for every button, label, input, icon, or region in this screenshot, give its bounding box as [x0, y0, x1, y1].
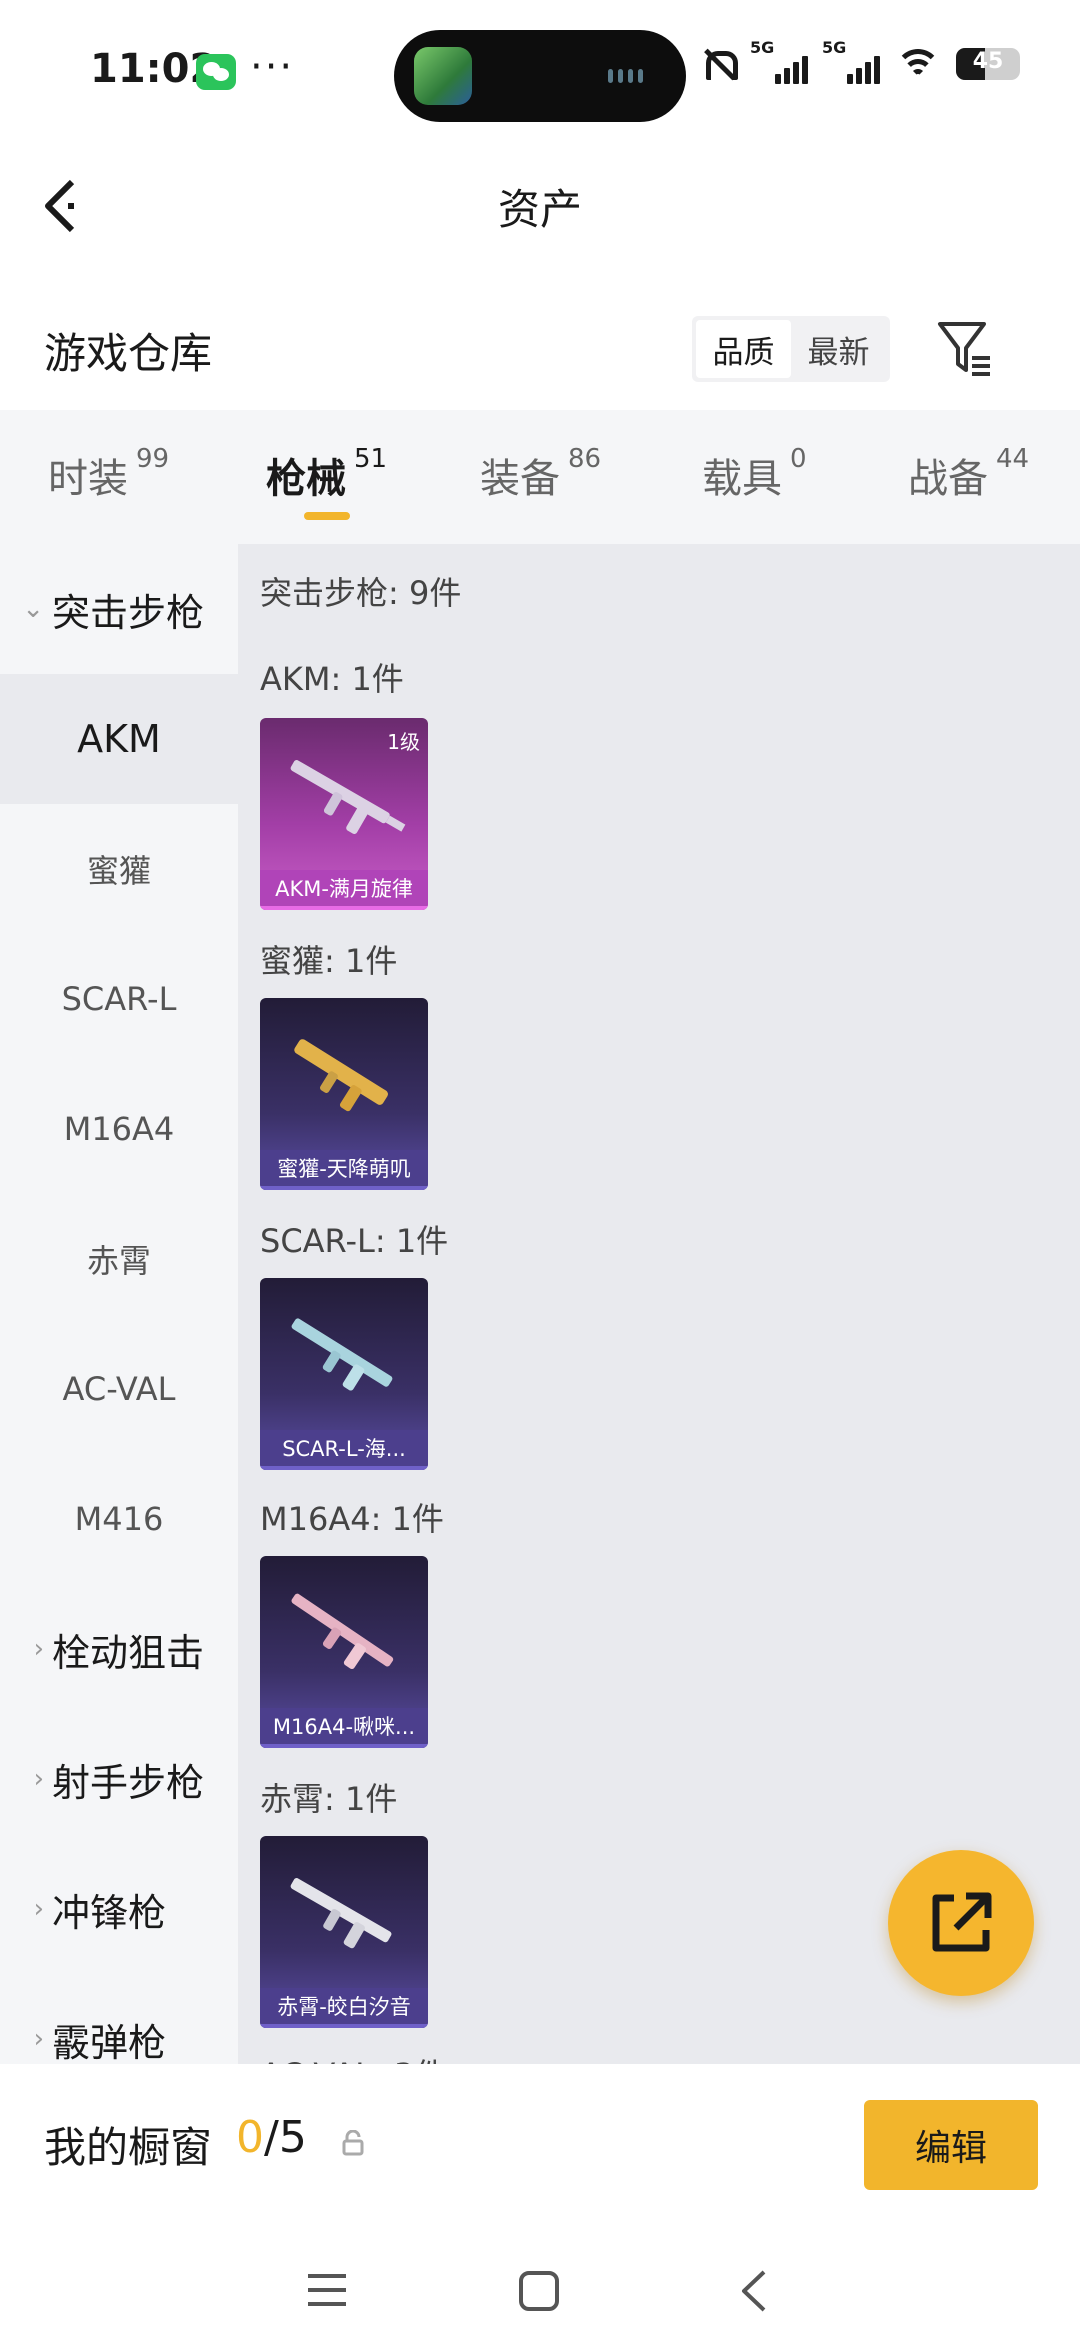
battery-level: 45	[972, 49, 1004, 74]
showcase-count-current: 0	[236, 2112, 264, 2163]
warehouse-title: 游戏仓库	[44, 329, 213, 378]
external-link-icon	[932, 1892, 992, 1952]
sort-quality-option[interactable]: 品质	[696, 320, 791, 378]
lock-icon	[342, 2130, 364, 2156]
signal-label: 5G	[822, 38, 847, 57]
rifle-skin-icon	[290, 1878, 392, 1949]
tab-label: 载具	[702, 456, 782, 502]
chevron-right-icon: ›	[33, 1764, 44, 1794]
weapon-card-name: SCAR-L-海...	[260, 1430, 428, 1470]
signal-icon: 5G	[750, 38, 808, 86]
tab-label: 枪械	[266, 456, 346, 502]
weapon-card-name: 赤霄-皎白汐音	[260, 1988, 428, 2028]
tab-label: 装备	[480, 456, 560, 502]
tab-count: 51	[354, 444, 388, 474]
weapon-card-m16a4[interactable]: M16A4-啾咪...	[260, 1556, 428, 1748]
back-icon[interactable]	[738, 2268, 768, 2314]
tab-count: 86	[568, 444, 602, 474]
rifle-skin-icon	[291, 1593, 394, 1670]
showcase-count-total: /5	[264, 2112, 307, 2163]
sidebar-group-label: 射手步枪	[52, 1760, 205, 1805]
sidebar-group-shotgun[interactable]: › 霰弹枪	[0, 1974, 238, 2065]
filter-icon[interactable]	[936, 316, 992, 378]
sort-newest-option[interactable]: 最新	[791, 320, 886, 378]
chevron-right-icon: ›	[33, 2024, 44, 2054]
section-label-m16a4: M16A4: 1件	[260, 1500, 444, 1538]
tab-count: 99	[136, 444, 170, 474]
section-label-ac-val: AC-VAL: 3件	[260, 2050, 446, 2064]
section-label-scar-l: SCAR-L: 1件	[260, 1222, 449, 1260]
status-bar: 11:02 ··· 5G 5G 45	[0, 0, 1080, 140]
weapon-card-name: M16A4-啾咪...	[260, 1708, 428, 1748]
weapon-card-akm[interactable]: 1级 AKM-满月旋律	[260, 718, 428, 910]
weapon-list: 突击步枪: 9件 AKM: 1件 1级 AKM-满月旋律 蜜獾: 1件 蜜獾-天…	[238, 544, 1080, 2064]
menu-icon[interactable]	[306, 2270, 348, 2310]
section-label-chixiao: 赤霄: 1件	[260, 1780, 398, 1818]
page-title: 资产	[497, 185, 582, 234]
wechat-icon	[196, 54, 236, 90]
battery-icon: 45	[956, 48, 1020, 80]
category-tabs: 时装 99 枪械 51 装备 86 载具 0 战备 44	[0, 410, 1080, 544]
share-button[interactable]	[888, 1850, 1034, 1996]
chevron-right-icon: ›	[33, 1894, 44, 1924]
active-tab-indicator	[304, 512, 350, 520]
chevron-right-icon: ›	[33, 1634, 44, 1664]
sidebar-item-ac-val[interactable]: AC-VAL	[0, 1324, 238, 1454]
status-icons: 5G 5G 45	[698, 38, 1020, 86]
rifle-skin-icon	[291, 1318, 393, 1391]
sidebar-item-akm[interactable]: AKM	[0, 674, 238, 804]
sidebar-group-assault-rifle[interactable]: ⌄ 突击步枪	[0, 544, 238, 674]
sidebar-item-m416[interactable]: M416	[0, 1454, 238, 1584]
weapon-card-honey-badger[interactable]: 蜜獾-天降萌叽	[260, 998, 428, 1190]
dynamic-island[interactable]	[394, 30, 686, 122]
tab-count: 0	[790, 444, 807, 474]
mute-bell-icon	[698, 45, 738, 83]
sidebar-group-marksman-rifle[interactable]: › 射手步枪	[0, 1714, 238, 1844]
tab-label: 战备	[908, 456, 988, 502]
sidebar-group-bolt-sniper[interactable]: › 栓动狙击	[0, 1584, 238, 1714]
tab-equipment[interactable]: 装备 86	[480, 444, 602, 504]
showcase-count: 0/5	[236, 2112, 307, 2163]
rifle-skin-icon	[290, 760, 406, 835]
tab-vehicles[interactable]: 载具 0	[702, 444, 807, 504]
weapon-card-name: AKM-满月旋律	[260, 870, 428, 910]
sort-toggle: 品质 最新	[692, 316, 890, 382]
edit-button[interactable]: 编辑	[864, 2100, 1038, 2190]
warehouse-header: 游戏仓库 品质 最新	[0, 290, 1080, 410]
nav-bar: 资产	[0, 140, 1080, 270]
game-app-icon	[414, 47, 472, 105]
tab-label: 时装	[48, 456, 128, 502]
signal-icon-2: 5G	[822, 38, 880, 86]
weapon-card-chixiao[interactable]: 赤霄-皎白汐音	[260, 1836, 428, 2028]
wifi-icon	[894, 45, 942, 83]
weapon-type-sidebar: ⌄ 突击步枪 AKM 蜜獾 SCAR-L M16A4 赤霄 AC-VAL M41…	[0, 544, 238, 2064]
rifle-skin-icon	[294, 1039, 388, 1112]
more-dots-icon: ···	[250, 44, 295, 90]
showcase-label: 我的橱窗	[44, 2123, 213, 2172]
sidebar-item-m16a4[interactable]: M16A4	[0, 1064, 238, 1194]
sidebar-group-smg[interactable]: › 冲锋枪	[0, 1844, 238, 1974]
sidebar-group-label: 霰弹枪	[52, 2020, 167, 2065]
system-navigation-bar	[0, 2234, 1080, 2347]
tab-fashion[interactable]: 时装 99	[48, 444, 170, 504]
sidebar-group-label: 突击步枪	[52, 590, 205, 635]
tab-count: 44	[996, 444, 1030, 474]
sidebar-group-label: 栓动狙击	[52, 1630, 205, 1675]
tab-supplies[interactable]: 战备 44	[908, 444, 1030, 504]
audio-wave-icon	[608, 68, 656, 84]
section-label-akm: AKM: 1件	[260, 660, 404, 698]
section-label-honey-badger: 蜜獾: 1件	[260, 942, 398, 980]
sidebar-item-chixiao[interactable]: 赤霄	[0, 1194, 238, 1324]
chevron-down-icon: ⌄	[22, 594, 44, 624]
sidebar-group-label: 冲锋枪	[52, 1890, 167, 1935]
home-icon[interactable]	[518, 2270, 560, 2312]
weapon-card-name: 蜜獾-天降萌叽	[260, 1150, 428, 1190]
sidebar-item-scar-l[interactable]: SCAR-L	[0, 934, 238, 1064]
sidebar-item-honey-badger[interactable]: 蜜獾	[0, 804, 238, 934]
signal-label: 5G	[750, 38, 775, 57]
weapon-card-scar-l[interactable]: SCAR-L-海...	[260, 1278, 428, 1470]
showcase-bar: 我的橱窗 0/5 编辑	[0, 2064, 1080, 2234]
tab-guns[interactable]: 枪械 51	[266, 444, 388, 504]
category-summary: 突击步枪: 9件	[260, 574, 462, 612]
